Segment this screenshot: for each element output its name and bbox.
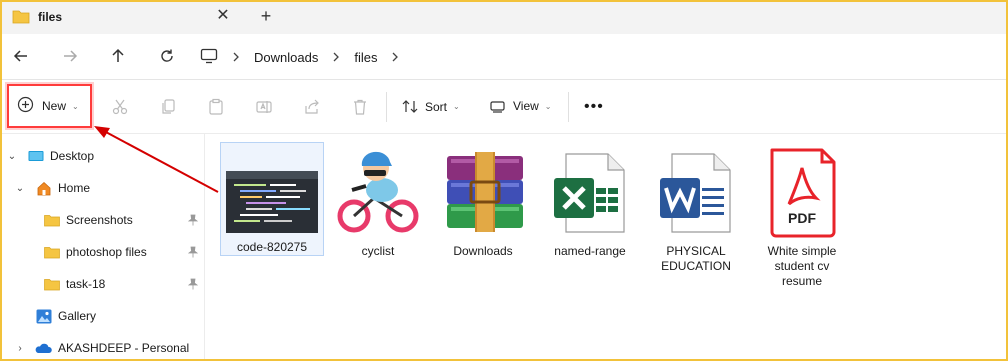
sidebar-item-photoshop-files[interactable]: photoshop files xyxy=(44,242,204,262)
pdf-document-icon: PDF xyxy=(756,146,848,238)
winrar-archive-icon xyxy=(437,146,529,238)
sidebar-item-screenshots[interactable]: Screenshots xyxy=(44,210,204,230)
file-name: code-820275 xyxy=(236,240,308,254)
breadcrumb: Downloads files xyxy=(200,44,413,70)
new-button[interactable]: New ⌄ xyxy=(7,84,92,128)
arrow-right-icon xyxy=(64,50,78,62)
chevron-right-icon[interactable] xyxy=(232,52,240,62)
folder-icon xyxy=(12,9,30,27)
breadcrumb-downloads[interactable]: Downloads xyxy=(254,50,318,65)
pin-icon[interactable] xyxy=(187,214,199,229)
word-document-icon xyxy=(650,146,742,238)
sort-icon xyxy=(402,99,419,114)
file-item-cyclist[interactable]: cyclist xyxy=(326,142,430,258)
view-label: View xyxy=(513,99,539,113)
home-icon xyxy=(36,181,52,196)
chevron-right-icon[interactable] xyxy=(391,52,399,62)
chevron-down-icon: ⌄ xyxy=(544,101,552,111)
new-button-label: New xyxy=(42,99,67,113)
sidebar-item-label: Screenshots xyxy=(66,213,133,227)
file-item-downloads[interactable]: Downloads xyxy=(431,142,535,258)
sidebar-item-label: AKASHDEEP - Personal xyxy=(58,341,190,355)
chevron-down-icon: ⌄ xyxy=(453,102,460,111)
file-item-cv-resume[interactable]: PDF White simple student cv resume xyxy=(750,142,854,288)
pin-icon[interactable] xyxy=(187,278,199,293)
arrow-up-icon xyxy=(112,48,124,62)
file-item-code-820275[interactable]: code-820275 xyxy=(220,142,324,256)
excel-document-icon xyxy=(544,146,636,238)
cut-icon[interactable] xyxy=(110,97,130,117)
forward-button[interactable] xyxy=(58,44,82,68)
chevron-down-icon[interactable]: ⌄ xyxy=(12,183,28,194)
sidebar-item-label: Gallery xyxy=(58,309,97,323)
sidebar-item-gallery[interactable]: Gallery xyxy=(36,306,96,326)
paste-icon[interactable] xyxy=(206,97,226,117)
delete-icon[interactable] xyxy=(350,97,370,117)
command-bar: New ⌄ Sort ⌄ View ⌄ ••• xyxy=(0,80,1008,134)
arrow-left-icon xyxy=(13,50,27,62)
folder-icon xyxy=(44,214,60,227)
file-item-named-range[interactable]: named-range xyxy=(538,142,642,258)
share-icon[interactable] xyxy=(302,97,322,117)
sidebar-item-task-18[interactable]: task-18 xyxy=(44,274,204,294)
up-button[interactable] xyxy=(106,44,130,68)
sidebar-item-desktop[interactable]: ⌄ Desktop xyxy=(4,146,94,166)
chevron-down-icon: ⌄ xyxy=(72,101,79,111)
sidebar-item-label: task-18 xyxy=(66,277,106,291)
sidebar-item-onedrive[interactable]: › AKASHDEEP - Personal xyxy=(12,338,189,358)
sort-label: Sort xyxy=(425,99,448,114)
desktop-icon xyxy=(28,150,44,163)
file-name: White simple student cv resume xyxy=(767,244,837,288)
chevron-right-icon[interactable] xyxy=(332,52,340,62)
navigation-pane: ⌄ Desktop ⌄ Home Screenshots photoshop f… xyxy=(0,134,205,361)
close-tab-icon[interactable]: ✕ xyxy=(213,6,233,26)
sort-button[interactable]: Sort ⌄ xyxy=(402,99,460,114)
sidebar-item-label: Home xyxy=(58,181,91,195)
file-grid: code-820275 cyclist Downloads named-rang… xyxy=(206,134,1006,359)
navigation-bar: Downloads files xyxy=(0,34,1008,80)
pin-icon[interactable] xyxy=(187,246,199,261)
divider xyxy=(386,92,387,122)
sidebar-item-label: photoshop files xyxy=(66,245,147,259)
tab-bar: files ✕ + xyxy=(0,0,1008,34)
file-name: Downloads xyxy=(453,244,513,258)
gallery-icon xyxy=(36,309,52,324)
pdf-badge: PDF xyxy=(788,210,816,226)
file-name: cyclist xyxy=(361,244,395,258)
divider xyxy=(568,92,569,122)
onedrive-cloud-icon xyxy=(34,343,52,354)
view-icon xyxy=(490,100,505,113)
cyclist-thumbnail xyxy=(332,146,424,238)
view-button[interactable]: View ⌄ xyxy=(490,99,552,113)
chevron-down-icon[interactable]: ⌄ xyxy=(4,151,20,162)
sidebar-item-label: Desktop xyxy=(50,149,95,163)
chevron-right-icon[interactable]: › xyxy=(12,343,28,354)
tab-files[interactable]: files ✕ xyxy=(0,0,245,34)
copy-icon[interactable] xyxy=(158,97,178,117)
back-button[interactable] xyxy=(9,44,33,68)
tab-title: files xyxy=(38,10,63,24)
more-options-button[interactable]: ••• xyxy=(584,98,604,116)
refresh-button[interactable] xyxy=(155,44,179,68)
folder-icon xyxy=(44,246,60,259)
refresh-icon xyxy=(161,49,173,62)
folder-icon xyxy=(44,278,60,291)
file-name: PHYSICAL EDUCATION xyxy=(661,244,731,273)
sidebar-item-home[interactable]: ⌄ Home xyxy=(12,178,90,198)
this-pc-icon[interactable] xyxy=(200,48,218,67)
file-name: named-range xyxy=(554,244,626,258)
new-tab-button[interactable]: + xyxy=(255,5,277,27)
rename-icon[interactable] xyxy=(254,97,274,117)
file-item-physical-education[interactable]: PHYSICAL EDUCATION xyxy=(644,142,748,273)
plus-circle-icon xyxy=(17,96,34,116)
breadcrumb-files[interactable]: files xyxy=(354,50,377,65)
code-screenshot-thumbnail xyxy=(226,168,318,236)
